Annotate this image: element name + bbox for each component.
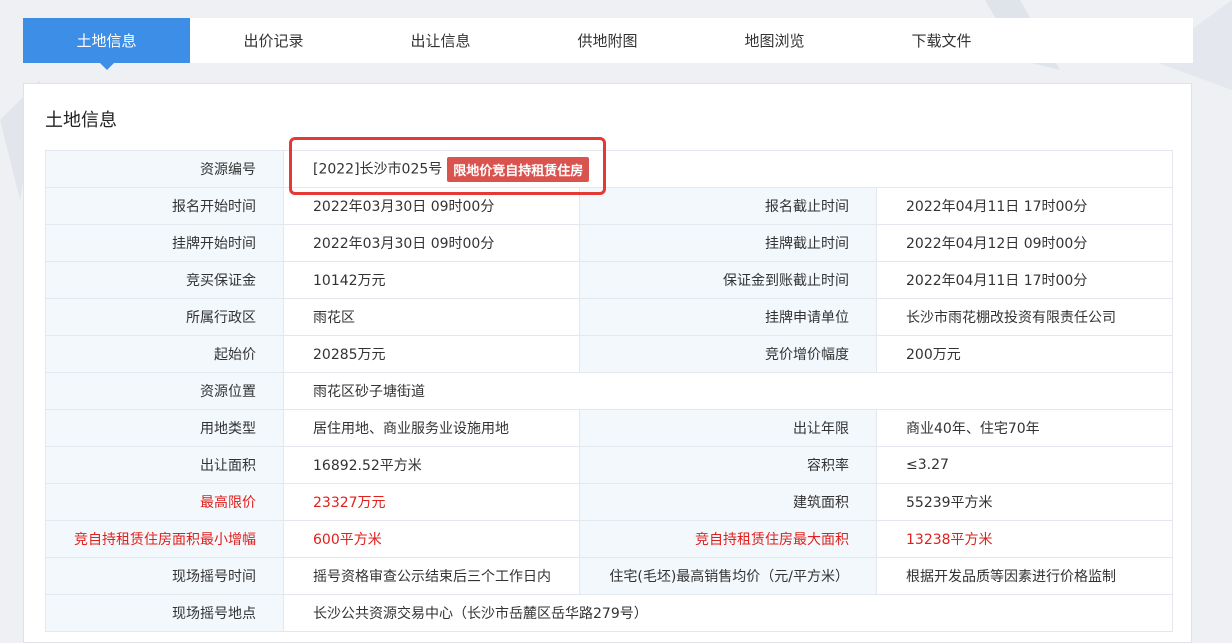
row-value: 长沙公共资源交易中心（长沙市岳麓区岳华路279号） [282,594,1174,632]
row-label: 建筑面积 [579,483,877,521]
table-row: 出让面积 16892.52平方米 容积率 ≤3.27 [45,446,1174,484]
table-row: 报名开始时间 2022年03月30日 09时00分 报名截止时间 2022年04… [45,187,1174,225]
row-value: 20285万元 [283,335,580,373]
row-value: 13238平方米 [875,520,1174,558]
row-value: 2022年03月30日 09时00分 [283,224,580,262]
table-row: 所属行政区 雨花区 挂牌申请单位 长沙市雨花棚改投资有限责任公司 [45,298,1174,336]
panel-title: 土地信息 [45,110,117,131]
table-row: 挂牌开始时间 2022年03月30日 09时00分 挂牌截止时间 2022年04… [45,224,1174,262]
row-value: 10142万元 [283,261,580,299]
row-label: 现场摇号时间 [45,557,284,595]
tab-map-browse[interactable]: 地图浏览 [691,18,858,63]
land-info-table: 资源编号 [2022]长沙市025号 限地价竞自持租赁住房 报名开始时间 2022… [45,150,1174,632]
land-type-tag: 限地价竞自持租赁住房 [447,156,590,182]
row-value: 2022年04月11日 17时00分 [875,261,1174,299]
row-value: 雨花区 [283,298,580,336]
row-label: 挂牌开始时间 [45,224,284,262]
resource-number: [2022]长沙市025号 [313,161,443,177]
tab-download-files[interactable]: 下载文件 [858,18,1025,63]
tab-land-attachments[interactable]: 供地附图 [524,18,691,63]
row-value: 根据开发品质等因素进行价格监制 [875,557,1174,595]
row-label: 报名开始时间 [45,187,284,225]
row-label: 出让面积 [45,446,284,484]
row-label: 资源编号 [45,150,284,188]
table-row: 起始价 20285万元 竞价增价幅度 200万元 [45,335,1174,373]
row-value: 居住用地、商业服务业设施用地 [283,409,580,447]
table-row: 竞买保证金 10142万元 保证金到账截止时间 2022年04月11日 17时0… [45,261,1174,299]
row-value: 摇号资格审查公示结束后三个工作日内 [283,557,580,595]
table-row: 现场摇号地点 长沙公共资源交易中心（长沙市岳麓区岳华路279号） [45,594,1174,632]
table-row: 资源编号 [2022]长沙市025号 限地价竞自持租赁住房 [45,150,1174,188]
row-value: 16892.52平方米 [283,446,580,484]
row-label: 资源位置 [45,372,284,410]
row-label: 竞买保证金 [45,261,284,299]
row-value: ≤3.27 [875,446,1174,484]
row-label: 住宅(毛坯)最高销售均价（元/平方米） [579,557,877,595]
row-value: 2022年04月11日 17时00分 [875,187,1174,225]
row-value: 商业40年、住宅70年 [875,409,1174,447]
row-label: 竞价增价幅度 [579,335,877,373]
row-value: 2022年04月12日 09时00分 [875,224,1174,262]
row-label: 竞自持租赁住房面积最小增幅 [45,520,284,558]
row-label: 现场摇号地点 [45,594,284,632]
row-label: 挂牌申请单位 [579,298,877,336]
row-value: 雨花区砂子塘街道 [282,372,1174,410]
row-label: 用地类型 [45,409,284,447]
row-value: 2022年03月30日 09时00分 [283,187,580,225]
row-value: 长沙市雨花棚改投资有限责任公司 [875,298,1174,336]
table-row: 现场摇号时间 摇号资格审查公示结束后三个工作日内 住宅(毛坯)最高销售均价（元/… [45,557,1174,595]
row-label: 最高限价 [45,483,284,521]
tab-bar: 土地信息 出价记录 出让信息 供地附图 地图浏览 下载文件 [23,18,1193,70]
table-row: 资源位置 雨花区砂子塘街道 [45,372,1174,410]
tab-land-info[interactable]: 土地信息 [23,18,190,70]
row-label: 容积率 [579,446,877,484]
table-row: 最高限价 23327万元 建筑面积 55239平方米 [45,483,1174,521]
table-row: 用地类型 居住用地、商业服务业设施用地 出让年限 商业40年、住宅70年 [45,409,1174,447]
land-info-panel: 土地信息 资源编号 [2022]长沙市025号 限地价竞自持租赁住房 报名开始时间… [23,83,1192,643]
row-value: [2022]长沙市025号 限地价竞自持租赁住房 [282,150,1174,188]
row-label: 出让年限 [579,409,877,447]
table-row: 竞自持租赁住房面积最小增幅 600平方米 竞自持租赁住房最大面积 13238平方… [45,520,1174,558]
row-label: 起始价 [45,335,284,373]
tab-bid-records[interactable]: 出价记录 [190,18,357,63]
tab-transfer-info[interactable]: 出让信息 [357,18,524,63]
row-label: 保证金到账截止时间 [579,261,877,299]
row-label: 所属行政区 [45,298,284,336]
row-label: 报名截止时间 [579,187,877,225]
row-value: 23327万元 [283,483,580,521]
row-value: 200万元 [875,335,1174,373]
row-value: 600平方米 [283,520,580,558]
row-value: 55239平方米 [875,483,1174,521]
row-label: 挂牌截止时间 [579,224,877,262]
row-label: 竞自持租赁住房最大面积 [579,520,877,558]
